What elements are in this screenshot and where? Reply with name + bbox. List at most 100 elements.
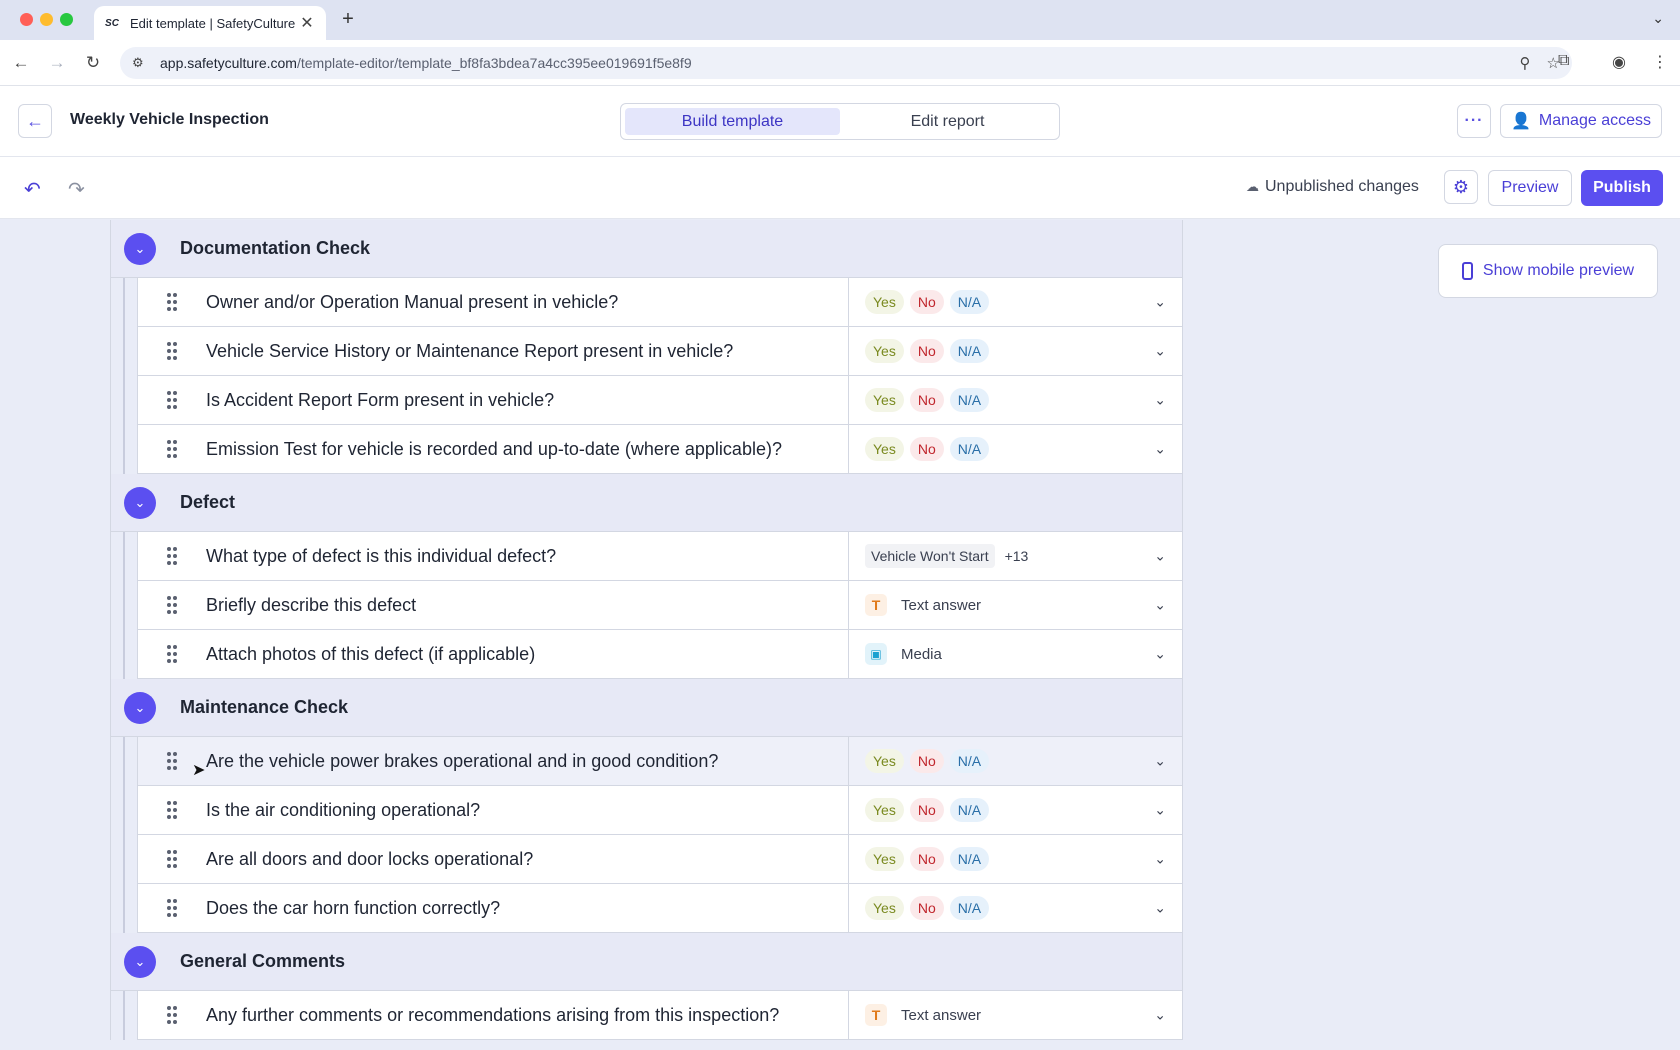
drag-handle-icon[interactable] — [138, 1006, 206, 1024]
question-text[interactable]: Attach photos of this defect (if applica… — [206, 644, 848, 665]
drag-handle-icon[interactable] — [138, 293, 206, 311]
drag-handle-icon[interactable] — [138, 899, 206, 917]
extensions-puzzle-icon[interactable]: ⧉ — [1558, 52, 1569, 70]
template-settings-button[interactable]: ⚙ — [1444, 170, 1478, 204]
chevron-down-icon[interactable]: ⌄ — [1154, 802, 1166, 819]
question-text[interactable]: Does the car horn function correctly? — [206, 898, 848, 919]
response-type-selector[interactable]: Yes No N/A ⌄ — [848, 835, 1182, 883]
question-text[interactable]: Owner and/or Operation Manual present in… — [206, 292, 848, 313]
drag-handle-icon[interactable] — [138, 596, 206, 614]
section-header-general-comments[interactable]: ⌄ General Comments — [110, 933, 1183, 991]
question-text[interactable]: Briefly describe this defect — [206, 595, 848, 616]
reload-icon[interactable]: ↻ — [82, 52, 104, 74]
section-header-documentation-check[interactable]: ⌄ Documentation Check — [110, 220, 1183, 278]
browser-menu-icon[interactable]: ⋮ — [1652, 52, 1668, 72]
show-mobile-preview-button[interactable]: Show mobile preview — [1438, 244, 1658, 298]
collapse-section-chevron-icon[interactable]: ⌄ — [124, 232, 156, 265]
maximize-window-button[interactable] — [60, 13, 73, 26]
gear-icon: ⚙ — [1452, 176, 1470, 197]
question-text[interactable]: Are all doors and door locks operational… — [206, 849, 848, 870]
response-type-selector[interactable]: T Text answer ⌄ — [848, 581, 1182, 629]
zoom-icon[interactable]: ⚲ — [1520, 54, 1531, 72]
chevron-down-icon[interactable]: ⌄ — [1154, 900, 1166, 917]
response-type-selector[interactable]: Yes No N/A ⌄ — [848, 737, 1182, 785]
chevron-down-icon[interactable]: ⌄ — [1154, 646, 1166, 663]
question-row[interactable]: Any further comments or recommendations … — [137, 991, 1182, 1040]
chevron-down-icon[interactable]: ⌄ — [1154, 597, 1166, 614]
question-row[interactable]: Emission Test for vehicle is recorded an… — [137, 425, 1182, 474]
response-type-selector[interactable]: Yes No N/A ⌄ — [848, 327, 1182, 375]
tab-build-template[interactable]: Build template — [625, 108, 840, 135]
tab-edit-report[interactable]: Edit report — [840, 108, 1055, 135]
manage-access-button[interactable]: 👤 Manage access — [1500, 104, 1662, 138]
question-row[interactable]: Vehicle Service History or Maintenance R… — [137, 327, 1182, 376]
chevron-down-icon[interactable]: ⌄ — [1154, 441, 1166, 458]
collapse-section-chevron-icon[interactable]: ⌄ — [124, 945, 156, 978]
drag-handle-icon[interactable] — [138, 440, 206, 458]
question-text[interactable]: Emission Test for vehicle is recorded an… — [206, 439, 848, 460]
question-row[interactable]: Are the vehicle power brakes operational… — [137, 737, 1182, 786]
site-settings-icon[interactable]: ⚙ — [132, 55, 152, 71]
question-text[interactable]: Any further comments or recommendations … — [206, 1005, 848, 1026]
back-button[interactable]: ← — [18, 104, 52, 138]
close-tab-icon[interactable]: ✕ — [298, 13, 316, 33]
preview-button[interactable]: Preview — [1488, 170, 1572, 206]
collapse-section-chevron-icon[interactable]: ⌄ — [124, 691, 156, 724]
browser-tab[interactable]: SC Edit template | SafetyCulture ✕ — [94, 6, 326, 40]
more-options-count: +13 — [1004, 548, 1029, 564]
drag-handle-icon[interactable] — [138, 801, 206, 819]
back-arrow-icon[interactable]: ← — [10, 52, 32, 74]
close-window-button[interactable] — [20, 13, 33, 26]
question-text[interactable]: Are the vehicle power brakes operational… — [206, 751, 848, 772]
question-text[interactable]: Is the air conditioning operational? — [206, 800, 848, 821]
forward-arrow-icon[interactable]: → — [46, 52, 68, 74]
question-row[interactable]: Is Accident Report Form present in vehic… — [137, 376, 1182, 425]
chevron-down-icon[interactable]: ⌄ — [1154, 392, 1166, 409]
response-type-selector[interactable]: T Text answer ⌄ — [848, 991, 1182, 1039]
drag-handle-icon[interactable] — [138, 850, 206, 868]
question-row[interactable]: Are all doors and door locks operational… — [137, 835, 1182, 884]
response-yes-chip: Yes — [865, 290, 904, 314]
question-text[interactable]: What type of defect is this individual d… — [206, 546, 848, 567]
question-row[interactable]: What type of defect is this individual d… — [137, 532, 1182, 581]
response-type-selector[interactable]: Vehicle Won't Start +13 ⌄ — [848, 532, 1182, 580]
url-text[interactable]: app.safetyculture.com/template-editor/te… — [160, 55, 1504, 71]
section-title: Defect — [180, 492, 236, 512]
chevron-down-icon[interactable]: ⌄ — [1154, 753, 1166, 770]
section-header-defect[interactable]: ⌄ Defect — [110, 474, 1183, 532]
response-type-selector[interactable]: Yes No N/A ⌄ — [848, 376, 1182, 424]
tab-list-chevron-icon[interactable]: ⌄ — [1652, 10, 1664, 27]
minimize-window-button[interactable] — [40, 13, 53, 26]
response-type-selector[interactable]: Yes No N/A ⌄ — [848, 278, 1182, 326]
chevron-down-icon[interactable]: ⌄ — [1154, 343, 1166, 360]
drag-handle-icon[interactable] — [138, 645, 206, 663]
drag-handle-icon[interactable] — [138, 342, 206, 360]
question-row[interactable]: Is the air conditioning operational? Yes N… — [137, 786, 1182, 835]
response-na-chip: N/A — [949, 290, 990, 314]
drag-handle-icon[interactable] — [138, 391, 206, 409]
chevron-down-icon[interactable]: ⌄ — [1154, 294, 1166, 311]
new-tab-plus-icon[interactable]: + — [336, 8, 360, 31]
question-text[interactable]: Vehicle Service History or Maintenance R… — [206, 341, 848, 362]
address-bar[interactable]: ⚙ app.safetyculture.com/template-editor/… — [120, 47, 1572, 79]
response-type-selector[interactable]: Yes No N/A ⌄ — [848, 884, 1182, 932]
response-type-selector[interactable]: ▣ Media ⌄ — [848, 630, 1182, 678]
section-header-maintenance-check[interactable]: ⌄ Maintenance Check — [110, 679, 1183, 737]
question-row[interactable]: Owner and/or Operation Manual present in… — [137, 278, 1182, 327]
response-type-selector[interactable]: Yes No N/A ⌄ — [848, 786, 1182, 834]
question-row[interactable]: Attach photos of this defect (if applica… — [137, 630, 1182, 679]
question-row[interactable]: Briefly describe this defect T Text answer… — [137, 581, 1182, 630]
more-options-button[interactable]: ··· — [1457, 104, 1491, 138]
chevron-down-icon[interactable]: ⌄ — [1154, 851, 1166, 868]
chevron-down-icon[interactable]: ⌄ — [1154, 1007, 1166, 1024]
profile-avatar-icon[interactable]: ◉ — [1612, 52, 1626, 72]
question-row[interactable]: Does the car horn function correctly? Yes… — [137, 884, 1182, 933]
response-type-selector[interactable]: Yes No N/A ⌄ — [848, 425, 1182, 473]
question-text[interactable]: Is Accident Report Form present in vehic… — [206, 390, 848, 411]
redo-icon[interactable]: ↷ — [68, 177, 85, 202]
chevron-down-icon[interactable]: ⌄ — [1154, 548, 1166, 565]
drag-handle-icon[interactable] — [138, 547, 206, 565]
publish-button[interactable]: Publish — [1581, 170, 1663, 206]
undo-icon[interactable]: ↶ — [24, 177, 41, 202]
collapse-section-chevron-icon[interactable]: ⌄ — [124, 486, 156, 519]
